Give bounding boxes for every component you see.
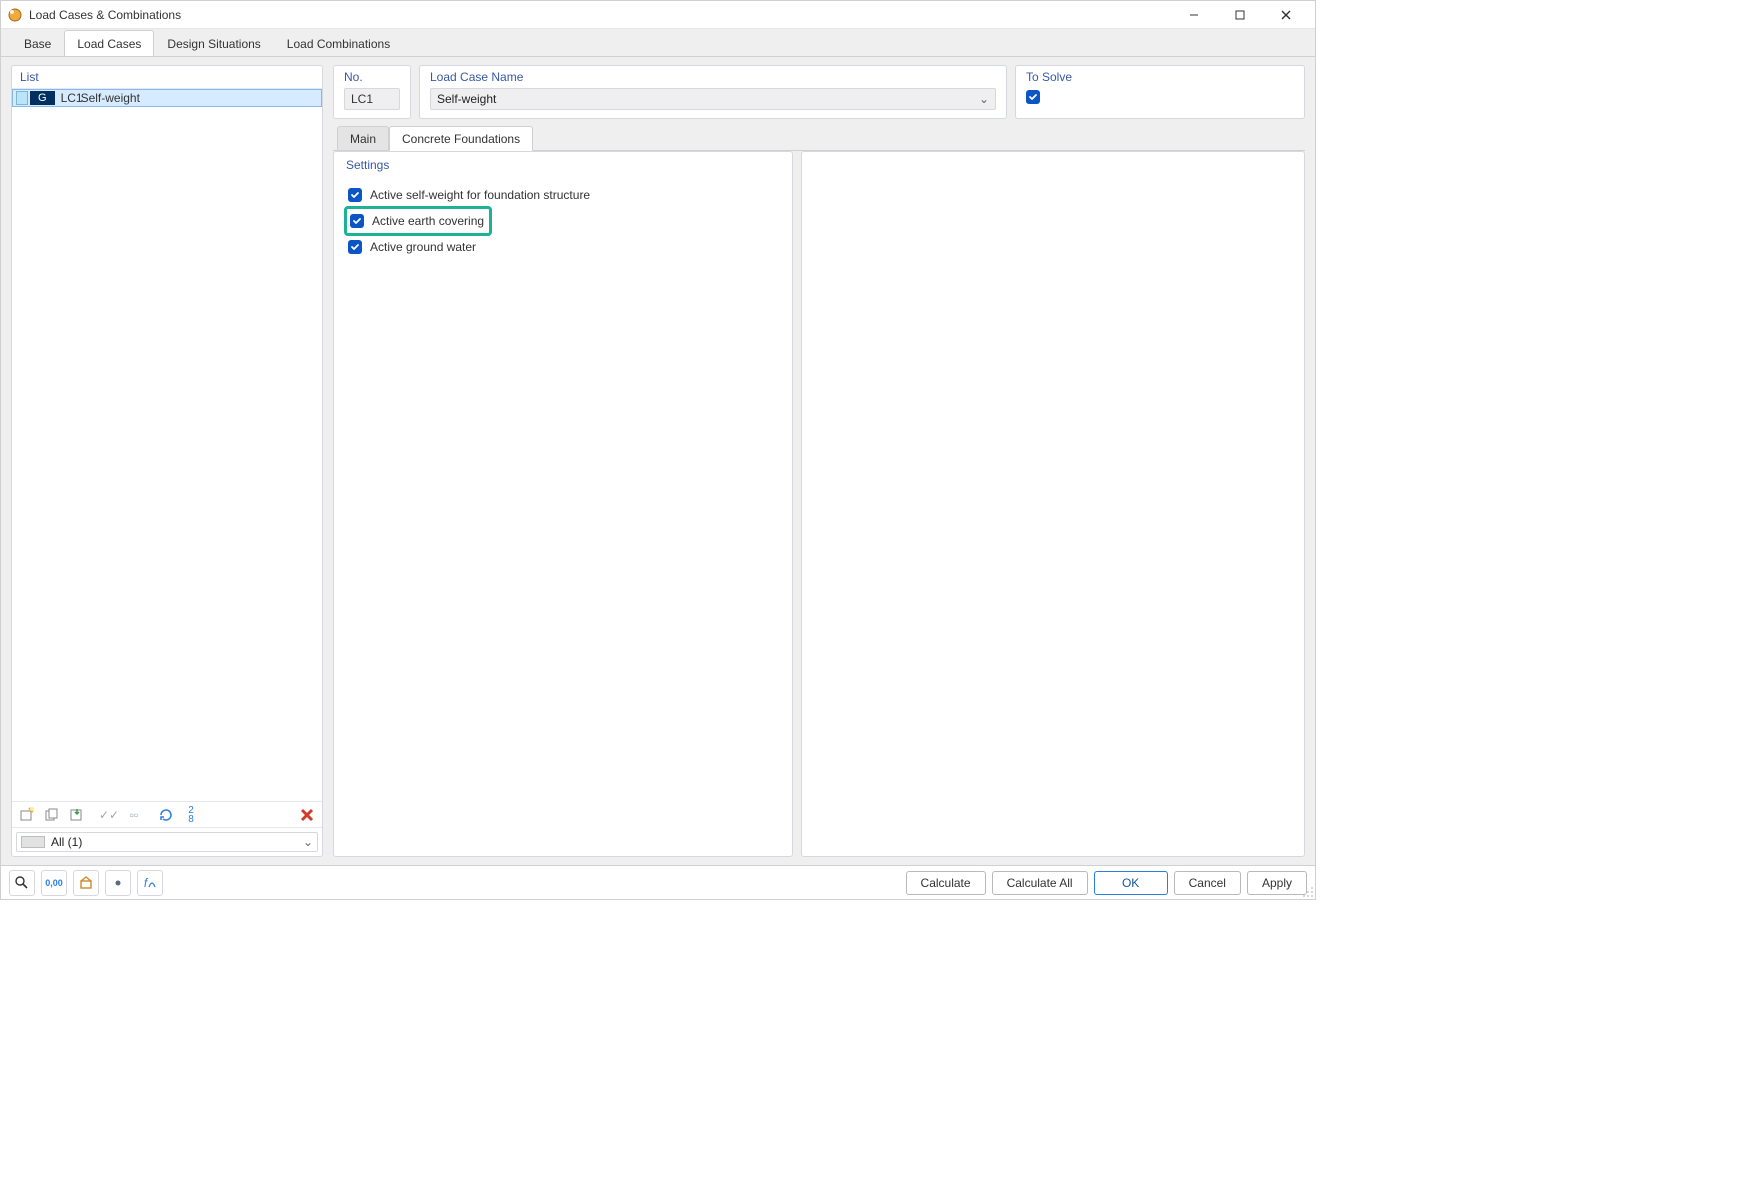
function-tool-button[interactable]: f [137, 870, 163, 896]
setting-ground-water: Active ground water [346, 234, 780, 260]
setting-earth-covering: Active earth covering [346, 208, 490, 234]
chevron-down-icon: ⌄ [979, 92, 989, 106]
detail-area: No. LC1 Load Case Name Self-weight ⌄ To … [333, 65, 1305, 857]
tab-load-cases[interactable]: Load Cases [64, 30, 154, 56]
filter-row: All (1) ⌄ [12, 827, 322, 856]
to-solve-checkbox[interactable] [1026, 90, 1040, 104]
copy-item-button[interactable] [41, 804, 63, 826]
preview-panel [801, 151, 1305, 857]
calculate-all-button[interactable]: Calculate All [992, 871, 1088, 895]
dialog-window: Load Cases & Combinations Base Load Case… [0, 0, 1316, 900]
ok-button[interactable]: OK [1094, 871, 1168, 895]
maximize-button[interactable] [1217, 1, 1263, 29]
solve-field-group: To Solve [1015, 65, 1305, 119]
list-header: List [12, 66, 322, 89]
main-content: List G LC1 Self-weight ✓✓ ▫▫ 28 [1, 57, 1315, 865]
detail-tabstrip: Main Concrete Foundations [333, 127, 1305, 151]
solve-label: To Solve [1026, 70, 1294, 84]
chevron-down-icon: ⌄ [303, 835, 313, 849]
list-box[interactable]: G LC1 Self-weight [12, 89, 322, 801]
window-title: Load Cases & Combinations [29, 8, 181, 22]
select-all-button[interactable]: ✓✓ [98, 804, 120, 826]
list-item-color-swatch [16, 91, 28, 105]
no-value[interactable]: LC1 [344, 88, 400, 110]
name-field-group: Load Case Name Self-weight ⌄ [419, 65, 1007, 119]
name-value: Self-weight [437, 92, 979, 106]
checkbox-self-weight[interactable] [348, 188, 362, 202]
refresh-button[interactable] [155, 804, 177, 826]
app-icon [7, 7, 23, 23]
list-item-category-tag: G [30, 91, 55, 105]
renumber-button[interactable]: 28 [180, 804, 202, 826]
list-item-id: LC1 [57, 91, 81, 105]
footer-bar: 0,00 f Calculate Calculate All OK Cancel… [1, 865, 1315, 899]
label-ground-water: Active ground water [370, 240, 476, 254]
filter-select[interactable]: All (1) ⌄ [16, 832, 318, 852]
name-select[interactable]: Self-weight ⌄ [430, 88, 996, 110]
settings-header: Settings [346, 158, 780, 172]
filter-label: All (1) [51, 835, 82, 849]
label-earth-covering: Active earth covering [372, 214, 484, 228]
top-fields: No. LC1 Load Case Name Self-weight ⌄ To … [333, 65, 1305, 119]
name-label: Load Case Name [430, 70, 996, 84]
list-item-name: Self-weight [81, 91, 321, 105]
list-panel: List G LC1 Self-weight ✓✓ ▫▫ 28 [11, 65, 323, 857]
close-button[interactable] [1263, 1, 1309, 29]
no-field-group: No. LC1 [333, 65, 411, 119]
checkbox-earth-covering[interactable] [350, 214, 364, 228]
tab-concrete-foundations[interactable]: Concrete Foundations [389, 126, 533, 151]
point-tool-button[interactable] [105, 870, 131, 896]
main-tabstrip: Base Load Cases Design Situations Load C… [1, 29, 1315, 57]
deselect-all-button[interactable]: ▫▫ [123, 804, 145, 826]
tab-base[interactable]: Base [11, 30, 64, 56]
delete-item-button[interactable] [296, 804, 318, 826]
new-item-button[interactable] [16, 804, 38, 826]
settings-panel: Settings Active self-weight for foundati… [333, 151, 793, 857]
tab-load-combinations[interactable]: Load Combinations [274, 30, 403, 56]
checkbox-ground-water[interactable] [348, 240, 362, 254]
list-item[interactable]: G LC1 Self-weight [12, 89, 322, 107]
tab-content: Settings Active self-weight for foundati… [333, 151, 1305, 857]
insert-item-button[interactable] [66, 804, 88, 826]
zoom-tool-button[interactable] [9, 870, 35, 896]
tab-main[interactable]: Main [337, 126, 389, 150]
setting-self-weight: Active self-weight for foundation struct… [346, 182, 780, 208]
tab-design-situations[interactable]: Design Situations [154, 30, 273, 56]
calculate-button[interactable]: Calculate [906, 871, 986, 895]
minimize-button[interactable] [1171, 1, 1217, 29]
label-self-weight: Active self-weight for foundation struct… [370, 188, 590, 202]
titlebar: Load Cases & Combinations [1, 1, 1315, 29]
cancel-button[interactable]: Cancel [1174, 871, 1241, 895]
no-label: No. [344, 70, 400, 84]
list-toolbar: ✓✓ ▫▫ 28 [12, 801, 322, 827]
model-view-button[interactable] [73, 870, 99, 896]
units-tool-button[interactable]: 0,00 [41, 870, 67, 896]
apply-button[interactable]: Apply [1247, 871, 1307, 895]
filter-color-swatch [21, 836, 45, 848]
